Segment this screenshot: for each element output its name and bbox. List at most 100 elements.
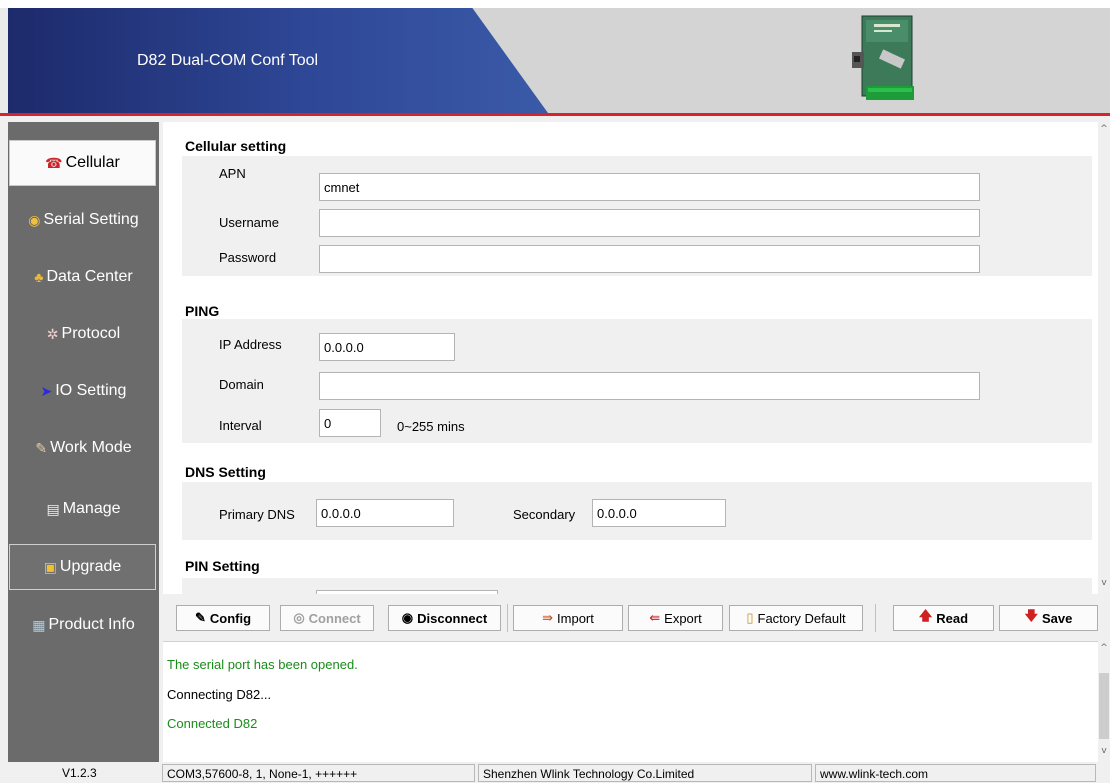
- log-scrollbar[interactable]: ^ v: [1098, 641, 1110, 762]
- scroll-down-icon[interactable]: v: [1099, 578, 1109, 588]
- config-button[interactable]: ✎ Config: [176, 605, 270, 631]
- scroll-up-icon[interactable]: ^: [1099, 124, 1109, 134]
- scroll-up-icon[interactable]: ^: [1099, 643, 1109, 653]
- save-button-label: Save: [1042, 610, 1073, 626]
- sidebar-item-label: Work Mode: [50, 439, 132, 456]
- config-button-label: Config: [209, 610, 252, 626]
- sidebar-item-data-center[interactable]: ♣ Data Center: [8, 254, 159, 300]
- sidebar-item-manage[interactable]: ▤ Manage: [8, 486, 159, 532]
- data-center-icon: ♣: [34, 269, 44, 285]
- arrow-down-icon: 🡇: [1024, 608, 1038, 623]
- read-button[interactable]: 🡅 Read: [893, 605, 994, 631]
- document-icon: ▯: [746, 610, 754, 625]
- section-title-cellular: Cellular setting: [185, 138, 287, 154]
- factory-default-button[interactable]: ▯ Factory Default: [729, 605, 863, 631]
- website-link[interactable]: www.wlink-tech.com: [815, 764, 1096, 782]
- save-button[interactable]: 🡇 Save: [999, 605, 1098, 631]
- pin-group: [182, 578, 1092, 594]
- arrow-up-icon: 🡅: [918, 608, 933, 623]
- log-line: The serial port has been opened.: [167, 657, 358, 672]
- apn-label: APN: [219, 166, 246, 181]
- connect-button[interactable]: ◎ Connect: [280, 605, 374, 631]
- domain-input[interactable]: [319, 372, 980, 400]
- domain-label: Domain: [219, 377, 264, 392]
- sidebar-item-label: Protocol: [61, 325, 121, 342]
- config-icon: ✎: [194, 610, 206, 625]
- disconnect-button[interactable]: ◉ Disconnect: [388, 605, 501, 631]
- primary-dns-label: Primary DNS: [219, 507, 295, 522]
- work-mode-icon: ✎: [35, 440, 48, 456]
- sidebar-item-label: Serial Setting: [43, 211, 139, 228]
- section-title-dns: DNS Setting: [185, 464, 266, 480]
- app-title: D82 Dual-COM Conf Tool: [137, 52, 319, 69]
- sidebar-item-io-setting[interactable]: ➤ IO Setting: [8, 368, 159, 414]
- export-button-label: Export: [664, 610, 702, 626]
- settings-panel: Cellular setting APN cmnet Username Pass…: [163, 122, 1098, 594]
- connect-icon: ◎: [293, 610, 305, 625]
- dns-group: Primary DNS 0.0.0.0 Secondary 0.0.0.0: [182, 482, 1092, 540]
- cellular-group: APN cmnet Username Password: [182, 156, 1092, 276]
- sidebar-item-label: Manage: [62, 500, 121, 517]
- primary-dns-input[interactable]: 0.0.0.0: [316, 499, 454, 527]
- phone-icon: ☎: [45, 155, 63, 171]
- app-header: D82 Dual-COM Conf Tool: [0, 0, 1110, 113]
- connect-button-label: Connect: [308, 610, 361, 626]
- log-line: Connected D82: [167, 716, 258, 731]
- sidebar-item-label: Data Center: [46, 268, 133, 285]
- sidebar-item-label: IO Setting: [55, 382, 127, 399]
- secondary-dns-input[interactable]: 0.0.0.0: [592, 499, 726, 527]
- section-title-ping: PING: [185, 303, 220, 319]
- ip-address-input[interactable]: 0.0.0.0: [319, 333, 455, 361]
- log-scroll-thumb[interactable]: [1099, 673, 1109, 739]
- ip-address-label: IP Address: [219, 337, 282, 352]
- serial-icon: ◉: [28, 212, 41, 228]
- secondary-dns-label: Secondary: [513, 507, 576, 522]
- header-left-edge: [0, 8, 8, 113]
- action-toolbar: ✎ Config ◎ Connect ◉ Disconnect ⇛ Import…: [163, 596, 1110, 636]
- arrow-right-icon: ➤: [40, 383, 53, 399]
- password-input[interactable]: [319, 245, 980, 273]
- sidebar-item-label: Cellular: [65, 154, 120, 171]
- manage-icon: ▤: [46, 501, 60, 517]
- sidebar-item-product-info[interactable]: ▦ Product Info: [8, 602, 159, 648]
- pin-input[interactable]: [316, 590, 498, 594]
- interval-hint: 0~255 mins: [397, 419, 465, 434]
- header-top-strip: [0, 0, 1110, 8]
- settings-scrollbar[interactable]: ^ v: [1098, 122, 1110, 594]
- header-accent-line: [0, 113, 1110, 116]
- scroll-down-icon[interactable]: v: [1099, 746, 1109, 756]
- port-status: COM3,57600-8, 1, None-1, ++++++: [162, 764, 475, 782]
- sidebar-item-label: Product Info: [48, 616, 135, 633]
- sidebar: ☎ Cellular ◉ Serial Setting ♣ Data Cente…: [8, 122, 159, 762]
- log-console[interactable]: The serial port has been opened. Connect…: [163, 641, 1098, 762]
- import-icon: ⇛: [542, 610, 554, 625]
- apn-input[interactable]: cmnet: [319, 173, 980, 201]
- sidebar-item-serial-setting[interactable]: ◉ Serial Setting: [8, 197, 159, 243]
- toolbar-separator: [507, 604, 508, 632]
- sidebar-item-protocol[interactable]: ✲ Protocol: [8, 311, 159, 357]
- protocol-icon: ✲: [46, 326, 59, 342]
- username-label: Username: [219, 215, 279, 230]
- version-label: V1.2.3: [62, 766, 97, 780]
- disconnect-icon: ◉: [401, 610, 414, 625]
- interval-input[interactable]: 0: [319, 409, 381, 437]
- section-title-pin: PIN Setting: [185, 558, 260, 574]
- sidebar-item-upgrade[interactable]: ▣ Upgrade: [9, 544, 156, 590]
- product-info-icon: ▦: [32, 617, 46, 633]
- import-button-label: Import: [557, 610, 594, 626]
- export-button[interactable]: ⇚ Export: [628, 605, 723, 631]
- interval-label: Interval: [219, 418, 262, 433]
- toolbar-separator: [875, 604, 876, 632]
- company-name: Shenzhen Wlink Technology Co.Limited: [478, 764, 812, 782]
- import-button[interactable]: ⇛ Import: [513, 605, 623, 631]
- sidebar-item-cellular[interactable]: ☎ Cellular: [9, 140, 156, 186]
- upgrade-icon: ▣: [43, 559, 57, 575]
- username-input[interactable]: [319, 209, 980, 237]
- password-label: Password: [219, 250, 277, 265]
- device-image-icon: [852, 15, 914, 100]
- sidebar-item-work-mode[interactable]: ✎ Work Mode: [8, 425, 159, 471]
- read-button-label: Read: [936, 610, 969, 626]
- ping-group: IP Address 0.0.0.0 Domain Interval 0 0~2…: [182, 319, 1092, 443]
- status-bar: V1.2.3 COM3,57600-8, 1, None-1, ++++++ S…: [0, 763, 1110, 783]
- log-line: Connecting D82...: [167, 687, 272, 702]
